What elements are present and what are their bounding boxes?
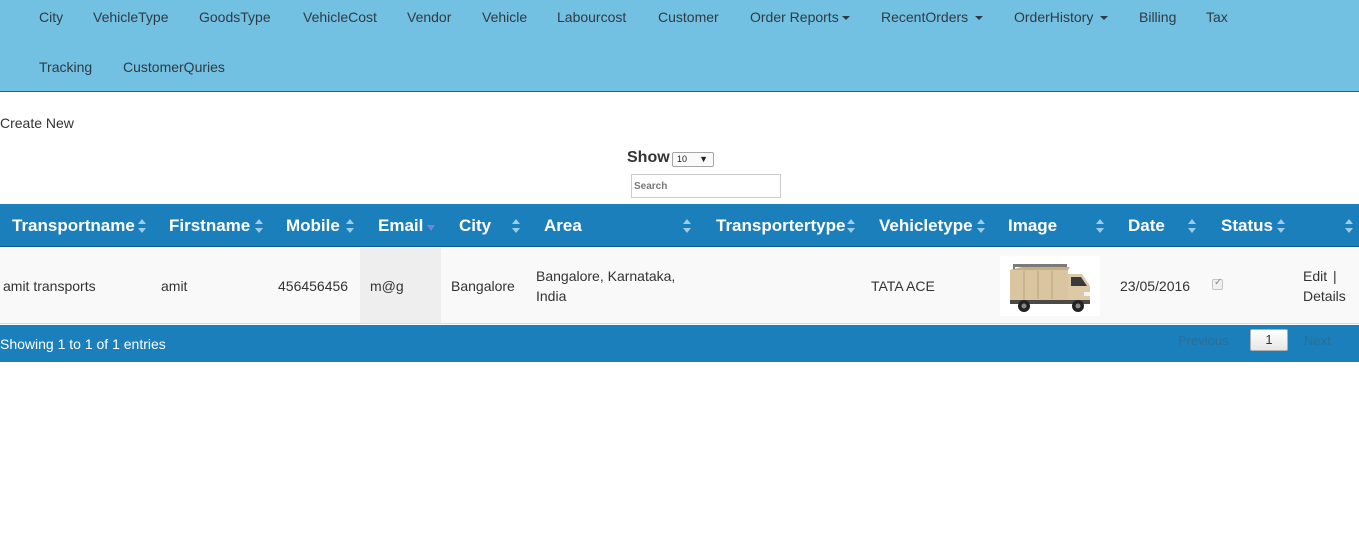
nav-item-order-reports[interactable]: Order Reports xyxy=(750,9,850,25)
details-link[interactable]: Details xyxy=(1303,286,1346,306)
nav-item-city[interactable]: City xyxy=(39,9,63,25)
cell-email: m@g xyxy=(370,278,404,294)
nav-item-vehicle[interactable]: Vehicle xyxy=(482,9,527,25)
table-footer: Showing 1 to 1 of 1 entries Previous 1 N… xyxy=(0,325,1359,362)
nav-item-labourcost[interactable]: Labourcost xyxy=(557,9,626,25)
status-checkbox[interactable]: ✓ xyxy=(1212,277,1223,290)
sort-both-icon[interactable] xyxy=(512,219,520,233)
cell-mobile: 456456456 xyxy=(278,278,349,294)
action-separator: | xyxy=(1333,268,1337,284)
caret-down-icon xyxy=(841,16,850,21)
cell-area: Bangalore, Karnataka, India xyxy=(536,268,676,304)
page-button-current[interactable]: 1 xyxy=(1250,329,1288,351)
table-row: amit transports amit 456456456 m@g Banga… xyxy=(0,248,1359,324)
sort-both-icon[interactable] xyxy=(683,219,691,233)
sort-both-icon[interactable] xyxy=(1188,219,1196,233)
nav-item-label: Order Reports xyxy=(750,9,839,25)
caret-down-icon xyxy=(975,16,984,21)
show-label: Show xyxy=(627,149,670,166)
sort-both-icon[interactable] xyxy=(1096,219,1104,233)
column-header-transportertype[interactable]: Transportertype xyxy=(716,204,845,247)
column-header-date[interactable]: Date xyxy=(1128,204,1165,247)
top-navbar: City VehicleType GoodsType VehicleCost V… xyxy=(0,0,1359,92)
nav-item-tax[interactable]: Tax xyxy=(1206,9,1228,25)
search-input[interactable] xyxy=(631,174,781,198)
cell-image xyxy=(1000,256,1100,316)
nav-item-vendor[interactable]: Vendor xyxy=(407,9,451,25)
sort-both-icon[interactable] xyxy=(255,219,263,233)
sort-both-icon[interactable] xyxy=(346,219,354,233)
column-header-mobile[interactable]: Mobile xyxy=(286,204,340,247)
sort-both-icon[interactable] xyxy=(1277,219,1285,233)
column-header-transportname[interactable]: Transportname xyxy=(12,204,135,247)
create-new-link[interactable]: Create New xyxy=(0,115,74,131)
truck-image xyxy=(1010,264,1090,312)
page-size-select[interactable]: 10 ▼ xyxy=(672,152,714,167)
nav-item-tracking[interactable]: Tracking xyxy=(39,59,92,75)
nav-item-vehiclecost[interactable]: VehicleCost xyxy=(303,9,377,25)
column-header-firstname[interactable]: Firstname xyxy=(169,204,250,247)
table-info: Showing 1 to 1 of 1 entries xyxy=(0,336,166,352)
check-icon: ✓ xyxy=(1214,277,1223,288)
column-header-area[interactable]: Area xyxy=(544,204,582,247)
table-header: Transportname Firstname Mobile Email Cit… xyxy=(0,204,1359,247)
sort-both-icon[interactable] xyxy=(977,219,985,233)
sort-both-icon[interactable] xyxy=(138,219,146,233)
caret-down-icon xyxy=(1100,16,1109,21)
column-header-vehicletype[interactable]: Vehicletype xyxy=(879,204,973,247)
previous-page-button[interactable]: Previous xyxy=(1178,333,1229,348)
sort-both-icon[interactable] xyxy=(1345,219,1353,233)
nav-item-vehicletype[interactable]: VehicleType xyxy=(93,9,169,25)
nav-item-customer-quries[interactable]: CustomerQuries xyxy=(123,59,225,75)
dropdown-arrow-icon: ▼ xyxy=(699,154,708,164)
nav-item-label: OrderHistory xyxy=(1014,9,1094,25)
column-header-email[interactable]: Email xyxy=(378,204,423,247)
nav-item-goodstype[interactable]: GoodsType xyxy=(199,9,271,25)
cell-transportname: amit transports xyxy=(3,278,96,294)
edit-link[interactable]: Edit xyxy=(1303,266,1327,286)
column-header-actions[interactable] xyxy=(1300,204,1340,247)
cell-firstname: amit xyxy=(161,278,188,294)
sort-both-icon[interactable] xyxy=(847,219,855,233)
next-page-button[interactable]: Next xyxy=(1304,333,1331,348)
nav-item-label: RecentOrders xyxy=(881,9,969,25)
column-header-status[interactable]: Status xyxy=(1221,204,1273,247)
nav-item-order-history[interactable]: OrderHistory xyxy=(1014,9,1109,25)
nav-item-recent-orders[interactable]: RecentOrders xyxy=(881,9,984,25)
column-header-city[interactable]: City xyxy=(459,204,491,247)
cell-vehicletype: TATA ACE xyxy=(871,278,935,294)
nav-item-customer[interactable]: Customer xyxy=(658,9,719,25)
column-header-image[interactable]: Image xyxy=(1008,204,1057,247)
sort-desc-icon[interactable] xyxy=(427,224,435,232)
cell-city: Bangalore xyxy=(451,278,515,294)
nav-item-billing[interactable]: Billing xyxy=(1139,9,1176,25)
page-size-value: 10 xyxy=(677,154,688,164)
cell-date: 23/05/2016 xyxy=(1120,278,1191,294)
